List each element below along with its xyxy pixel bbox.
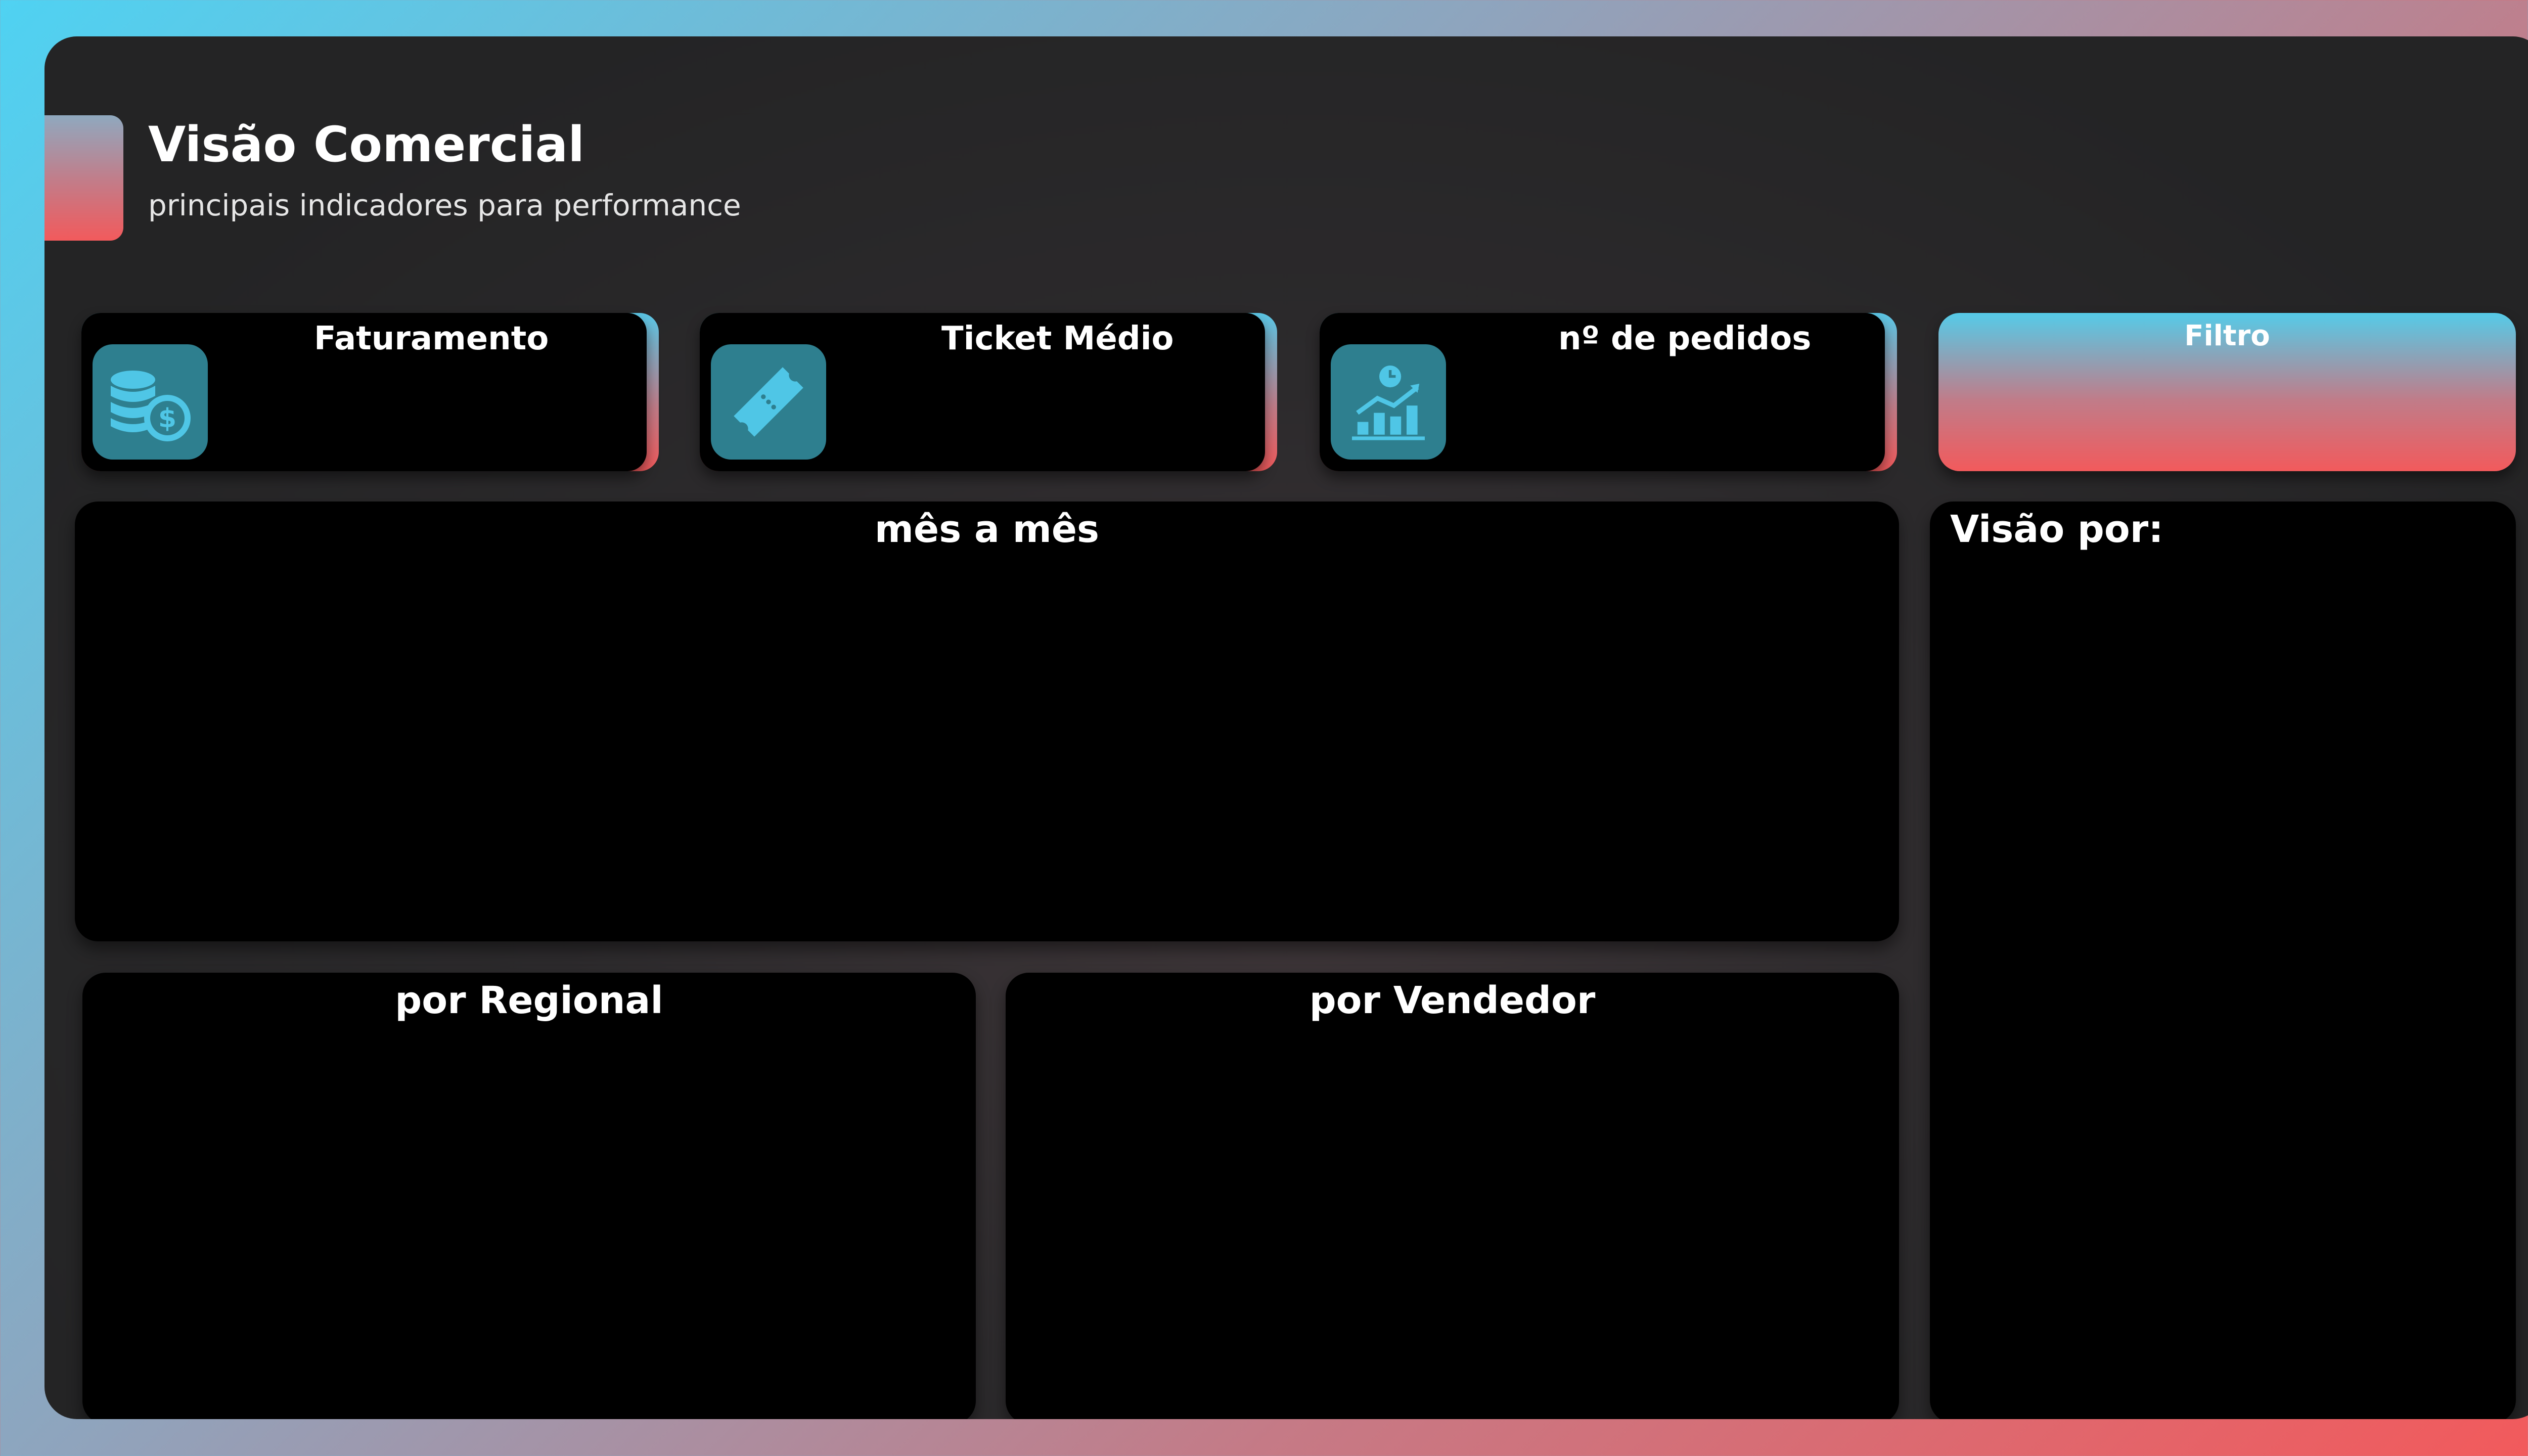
growth-chart-icon xyxy=(1331,344,1446,460)
seller-panel-title: por Vendedor xyxy=(1309,979,1596,1022)
filter-label: Filtro xyxy=(2184,320,2270,352)
kpi-card-body: Ticket Médio xyxy=(700,313,1265,471)
kpi-ticket-medio-label: Ticket Médio xyxy=(941,320,1174,357)
kpi-faturamento-card[interactable]: Faturamento $ xyxy=(81,313,659,471)
regional-chart-panel: por Regional xyxy=(82,973,976,1419)
kpi-pedidos-label: nº de pedidos xyxy=(1558,320,1812,357)
seller-chart-panel: por Vendedor xyxy=(1006,973,1899,1419)
kpi-faturamento-label: Faturamento xyxy=(314,320,549,357)
svg-text:$: $ xyxy=(158,403,176,434)
view-by-title: Visão por: xyxy=(1950,508,2163,551)
kpi-pedidos-card[interactable]: nº de pedidos xyxy=(1320,313,1897,471)
page-title: Visão Comercial xyxy=(148,116,585,173)
dashboard-frame: Visão Comercial principais indicadores p… xyxy=(44,36,2528,1419)
page-subtitle: principais indicadores para performance xyxy=(148,188,741,222)
monthly-chart-panel: mês a mês xyxy=(75,502,1899,941)
header-accent xyxy=(44,115,123,241)
filter-button[interactable]: Filtro xyxy=(1938,313,2516,471)
regional-panel-title: por Regional xyxy=(395,979,663,1022)
kpi-card-body: nº de pedidos xyxy=(1320,313,1885,471)
kpi-ticket-medio-card[interactable]: Ticket Médio xyxy=(700,313,1277,471)
monthly-panel-title: mês a mês xyxy=(874,508,1100,551)
view-by-panel: Visão por: xyxy=(1930,502,2516,1419)
ticket-icon xyxy=(711,344,826,460)
coins-dollar-icon: $ xyxy=(93,344,208,460)
kpi-card-body: Faturamento $ xyxy=(81,313,647,471)
